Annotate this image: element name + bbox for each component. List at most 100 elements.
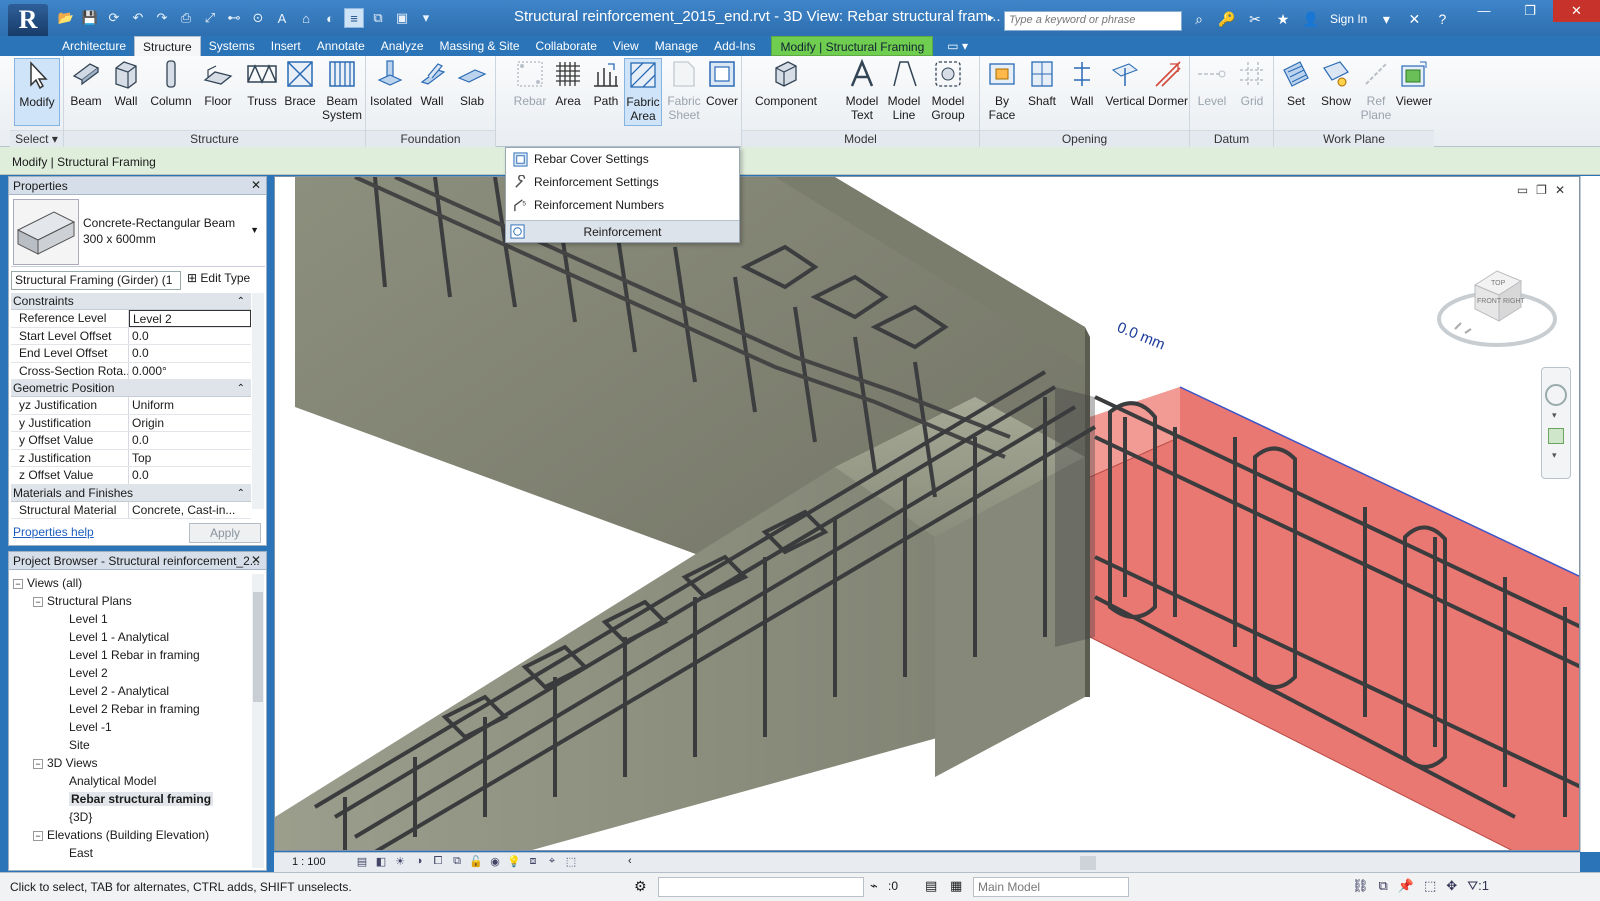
active-workset-select[interactable]: [658, 877, 864, 897]
select-by-face-icon[interactable]: ⬚: [1424, 878, 1436, 894]
cover-button[interactable]: Cover: [702, 58, 742, 108]
tree-expand-icon[interactable]: −: [13, 578, 23, 589]
component-button[interactable]: Component: [750, 58, 822, 108]
tree-expand-icon[interactable]: −: [33, 596, 43, 607]
rebar-cover-settings-item[interactable]: Rebar Cover Settings: [506, 148, 739, 171]
instance-filter-select[interactable]: Structural Framing (Girder) (1: [11, 271, 181, 290]
redo-icon[interactable]: ↷: [152, 8, 172, 28]
close-hidden-windows-icon[interactable]: ⧉: [368, 8, 388, 28]
path-reinforcement-button[interactable]: Path: [586, 58, 626, 108]
group-materials[interactable]: Materials and Finishes ⌃: [11, 484, 251, 502]
title-more-icon[interactable]: ▸: [988, 10, 994, 24]
steering-wheel-dropdown-icon[interactable]: ▾: [1552, 410, 1557, 421]
sun-path-icon[interactable]: ☀: [392, 855, 408, 870]
tab-annotate[interactable]: Annotate: [309, 36, 373, 56]
collapse-icon[interactable]: ⌃: [237, 485, 245, 502]
section-icon[interactable]: ◐: [320, 8, 340, 28]
browser-tree-item[interactable]: Rebar structural framing: [13, 790, 249, 808]
browser-tree-item[interactable]: Level 2: [13, 664, 249, 682]
design-option-select[interactable]: Main Model: [973, 877, 1129, 897]
area-reinforcement-button[interactable]: Area: [548, 58, 588, 108]
properties-help-link[interactable]: Properties help: [13, 525, 94, 539]
sign-in-dropdown-icon[interactable]: ▾: [1377, 10, 1395, 28]
tab-systems[interactable]: Systems: [201, 36, 263, 56]
beam-system-button[interactable]: Beam System: [320, 58, 364, 122]
pin-panel-icon[interactable]: [510, 224, 525, 239]
prop-value[interactable]: 0.0: [129, 467, 251, 484]
viewcube-front-label[interactable]: FRONT: [1477, 298, 1502, 305]
reinforcement-numbers-item[interactable]: 5 Reinforcement Numbers: [506, 194, 739, 217]
exchange-apps-icon[interactable]: ✕: [1405, 10, 1423, 28]
reveal-constraints-icon[interactable]: ⬚: [563, 855, 579, 870]
reinforcement-panel-title[interactable]: Reinforcement: [506, 220, 739, 242]
tree-expand-icon[interactable]: −: [33, 758, 43, 769]
close-icon[interactable]: ✕: [1553, 0, 1600, 22]
type-selector-dropdown-icon[interactable]: ▼: [250, 225, 259, 235]
tree-expand-icon[interactable]: −: [33, 830, 43, 841]
steering-wheel-icon[interactable]: [1545, 384, 1567, 406]
sync-icon[interactable]: ⟳: [104, 8, 124, 28]
viewcube-top-label[interactable]: TOP: [1491, 280, 1506, 287]
properties-scrollbar[interactable]: [252, 293, 264, 509]
editing-requests-icon[interactable]: ⌁: [870, 878, 878, 894]
rebar-button[interactable]: Rebar: [510, 58, 550, 108]
prop-value[interactable]: 0.000°: [129, 363, 251, 380]
browser-tree-item[interactable]: Level 2 Rebar in framing: [13, 700, 249, 718]
model-text-button[interactable]: Model Text: [842, 58, 882, 122]
tab-view[interactable]: View: [605, 36, 647, 56]
tab-structure[interactable]: Structure: [134, 36, 201, 56]
browser-tree-item[interactable]: Level -1: [13, 718, 249, 736]
panel-title-select[interactable]: Select ▾: [10, 130, 63, 147]
group-constraints[interactable]: Constraints ⌃: [11, 293, 251, 310]
modify-button[interactable]: Modify: [14, 58, 60, 126]
print-icon[interactable]: ⎙: [176, 8, 196, 28]
tab-analyze[interactable]: Analyze: [373, 36, 432, 56]
browser-tree-item[interactable]: − Elevations (Building Elevation): [13, 826, 249, 844]
set-work-plane-button[interactable]: Set: [1276, 58, 1316, 108]
floor-button[interactable]: Floor: [198, 58, 238, 108]
view-scale[interactable]: 1 : 100: [292, 856, 326, 868]
favorites-star-icon[interactable]: ★: [1274, 10, 1292, 28]
shadows-icon[interactable]: ◑: [411, 855, 427, 870]
tag-icon[interactable]: ⊙: [248, 8, 268, 28]
tab-add-ins[interactable]: Add-Ins: [706, 36, 763, 56]
column-button[interactable]: Column: [148, 58, 194, 108]
tab-collaborate[interactable]: Collaborate: [528, 36, 605, 56]
worksharing-display-icon[interactable]: ⧈: [525, 855, 541, 870]
measure-icon[interactable]: ⤢: [200, 8, 220, 28]
filter-icon[interactable]: ⛛:1: [1467, 878, 1489, 894]
dormer-opening-button[interactable]: Dormer: [1146, 58, 1190, 108]
editable-only-icon[interactable]: ▦: [950, 878, 962, 894]
prop-value[interactable]: 0.0: [129, 328, 251, 345]
grid-button[interactable]: Grid: [1232, 58, 1272, 108]
reinforcement-settings-item[interactable]: Reinforcement Settings: [506, 171, 739, 194]
ribbon-minimize-icon[interactable]: ▭ ▾: [933, 36, 982, 56]
structural-wall-button[interactable]: Wall: [106, 58, 146, 108]
prop-value[interactable]: 0.0: [129, 432, 251, 449]
prop-value[interactable]: Top: [129, 450, 251, 467]
close-properties-icon[interactable]: ✕: [251, 178, 261, 192]
brace-button[interactable]: Brace: [280, 58, 320, 108]
vertical-opening-button[interactable]: Vertical: [1102, 58, 1148, 108]
type-selector[interactable]: Concrete-Rectangular Beam 300 x 600mm ▼: [11, 197, 265, 267]
tab-manage[interactable]: Manage: [647, 36, 706, 56]
worksets-icon[interactable]: ⚙: [634, 878, 647, 895]
minimize-icon[interactable]: —: [1461, 0, 1507, 22]
3d-viewport[interactable]: 0.0 mm ▭ ❐ ✕ TOP FRONT RIGHT ▾ ▾: [274, 176, 1580, 851]
view-minimize-icon[interactable]: ▭: [1517, 183, 1528, 197]
revit-app-menu-button[interactable]: R: [8, 4, 48, 38]
tab-modify-structural-framing[interactable]: Modify | Structural Framing: [771, 36, 934, 56]
viewcube[interactable]: TOP FRONT RIGHT: [1435, 259, 1561, 349]
design-options-icon[interactable]: ▤: [925, 878, 937, 894]
browser-tree-item[interactable]: Level 2 - Analytical: [13, 682, 249, 700]
project-browser-scrollbar[interactable]: [252, 574, 264, 868]
restore-icon[interactable]: ❐: [1507, 0, 1553, 22]
model-line-button[interactable]: Model Line: [884, 58, 924, 122]
browser-tree-item[interactable]: Level 1 Rebar in framing: [13, 646, 249, 664]
scroll-left-icon[interactable]: ‹: [628, 855, 632, 867]
work-plane-viewer-button[interactable]: Viewer: [1394, 58, 1434, 108]
undo-icon[interactable]: ↶: [128, 8, 148, 28]
edit-type-button[interactable]: ⊞ Edit Type: [187, 271, 250, 285]
prop-value[interactable]: Uniform: [129, 397, 251, 414]
temporary-hide-icon[interactable]: ◉: [487, 855, 503, 870]
